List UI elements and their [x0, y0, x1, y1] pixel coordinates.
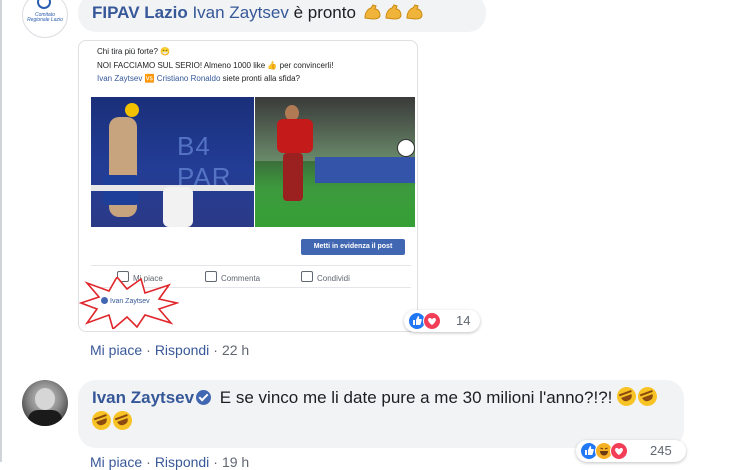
post-tag: Ivan Zaytsev — [101, 297, 150, 305]
like-link[interactable]: Mi piace — [90, 454, 142, 470]
profile-dot-icon — [101, 297, 108, 304]
comment-actions: Mi piace · Rispondi · 22 h — [90, 342, 249, 358]
comment-text: Ivan Zaytsev E se vinco me li date pure … — [89, 384, 672, 434]
volleyball-ball — [125, 103, 139, 117]
stadium-ad-board — [315, 157, 415, 183]
comment-author[interactable]: Ivan Zaytsev — [92, 388, 194, 407]
timestamp[interactable]: 22 h — [222, 342, 249, 358]
timestamp[interactable]: 19 h — [222, 454, 249, 470]
reactions-summary[interactable]: 245 — [576, 440, 686, 462]
post-line-2: NOI FACCIAMO SUL SERIO! Almeno 1000 like… — [97, 61, 334, 70]
rofl-icon — [89, 408, 114, 433]
post-share-action: Condividi — [301, 271, 350, 283]
love-icon — [423, 312, 441, 330]
comment-body: E se vinco me li date pure a me 30 milio… — [219, 388, 613, 407]
rofl-icon — [635, 384, 660, 409]
flexed-biceps-icon — [405, 4, 424, 20]
blocking-player — [163, 187, 193, 227]
share-icon — [301, 271, 313, 282]
avatar[interactable]: Comitato Regionale Lazio — [22, 0, 68, 38]
reactions-count: 245 — [650, 443, 672, 458]
photo-logo-text: B4 PAR — [177, 131, 232, 192]
post-share-label: Condividi — [317, 274, 350, 283]
flexed-biceps-icon — [363, 4, 382, 20]
rofl-icon — [614, 384, 639, 409]
volleyball-photo: B4 PAR — [91, 97, 254, 227]
comment-actions: Mi piace · Rispondi · 19 h — [90, 454, 249, 470]
football-player-legs — [283, 153, 303, 201]
avatar-logo-text: Comitato Regionale Lazio — [27, 12, 63, 23]
post-line-3-rest: siete pronti alla sfida? — [222, 74, 301, 83]
avatar-face — [35, 388, 55, 410]
comment-text: FIPAV Lazio Ivan Zaytsev è pronto — [92, 2, 424, 24]
comment-mention[interactable]: Ivan Zaytsev — [192, 3, 288, 22]
post-line-3: Ivan Zaytsev 🆚 Cristiano Ronaldo siete p… — [97, 74, 300, 83]
separator-dot: · — [146, 342, 151, 358]
fipav-logo-icon — [37, 0, 51, 9]
football-player-shirt — [277, 119, 313, 153]
comment-body: è pronto — [293, 3, 356, 22]
boost-post-button: Metti in evidenza il post — [301, 239, 405, 255]
like-link[interactable]: Mi piace — [90, 342, 142, 358]
post-comment-label: Commenta — [221, 274, 261, 283]
post-comment-action: Commenta — [205, 271, 260, 283]
avatar[interactable] — [22, 380, 68, 426]
divider — [91, 265, 411, 266]
love-icon — [610, 442, 628, 460]
comment-icon — [205, 271, 217, 282]
separator-dot: · — [213, 342, 218, 358]
separator-dot: · — [213, 454, 218, 470]
comment-author[interactable]: FIPAV Lazio — [92, 3, 188, 22]
reactions-count: 14 — [456, 313, 471, 328]
reply-link[interactable]: Rispondi — [155, 454, 209, 470]
reply-link[interactable]: Rispondi — [155, 342, 209, 358]
verified-badge-icon — [196, 390, 212, 405]
post-mention-ronaldo: Cristiano Ronaldo — [156, 74, 221, 83]
football-photo — [255, 97, 415, 227]
rofl-icon — [110, 408, 135, 433]
avatar-body — [28, 410, 62, 426]
football-ball — [397, 139, 415, 157]
post-mention-zaytsev: Ivan Zaytsev — [97, 74, 143, 83]
post-line-1: Chi tira più forte? 😁 — [97, 47, 171, 56]
embedded-post-image[interactable]: Chi tira più forte? 😁 NOI FACCIAMO SUL S… — [78, 40, 418, 332]
post-tag-label: Ivan Zaytsev — [110, 298, 150, 305]
flexed-biceps-icon — [384, 4, 403, 20]
left-border — [0, 0, 2, 462]
vs-icon: 🆚 — [144, 74, 155, 83]
reactions-summary[interactable]: 14 — [404, 310, 480, 332]
separator-dot: · — [146, 454, 151, 470]
